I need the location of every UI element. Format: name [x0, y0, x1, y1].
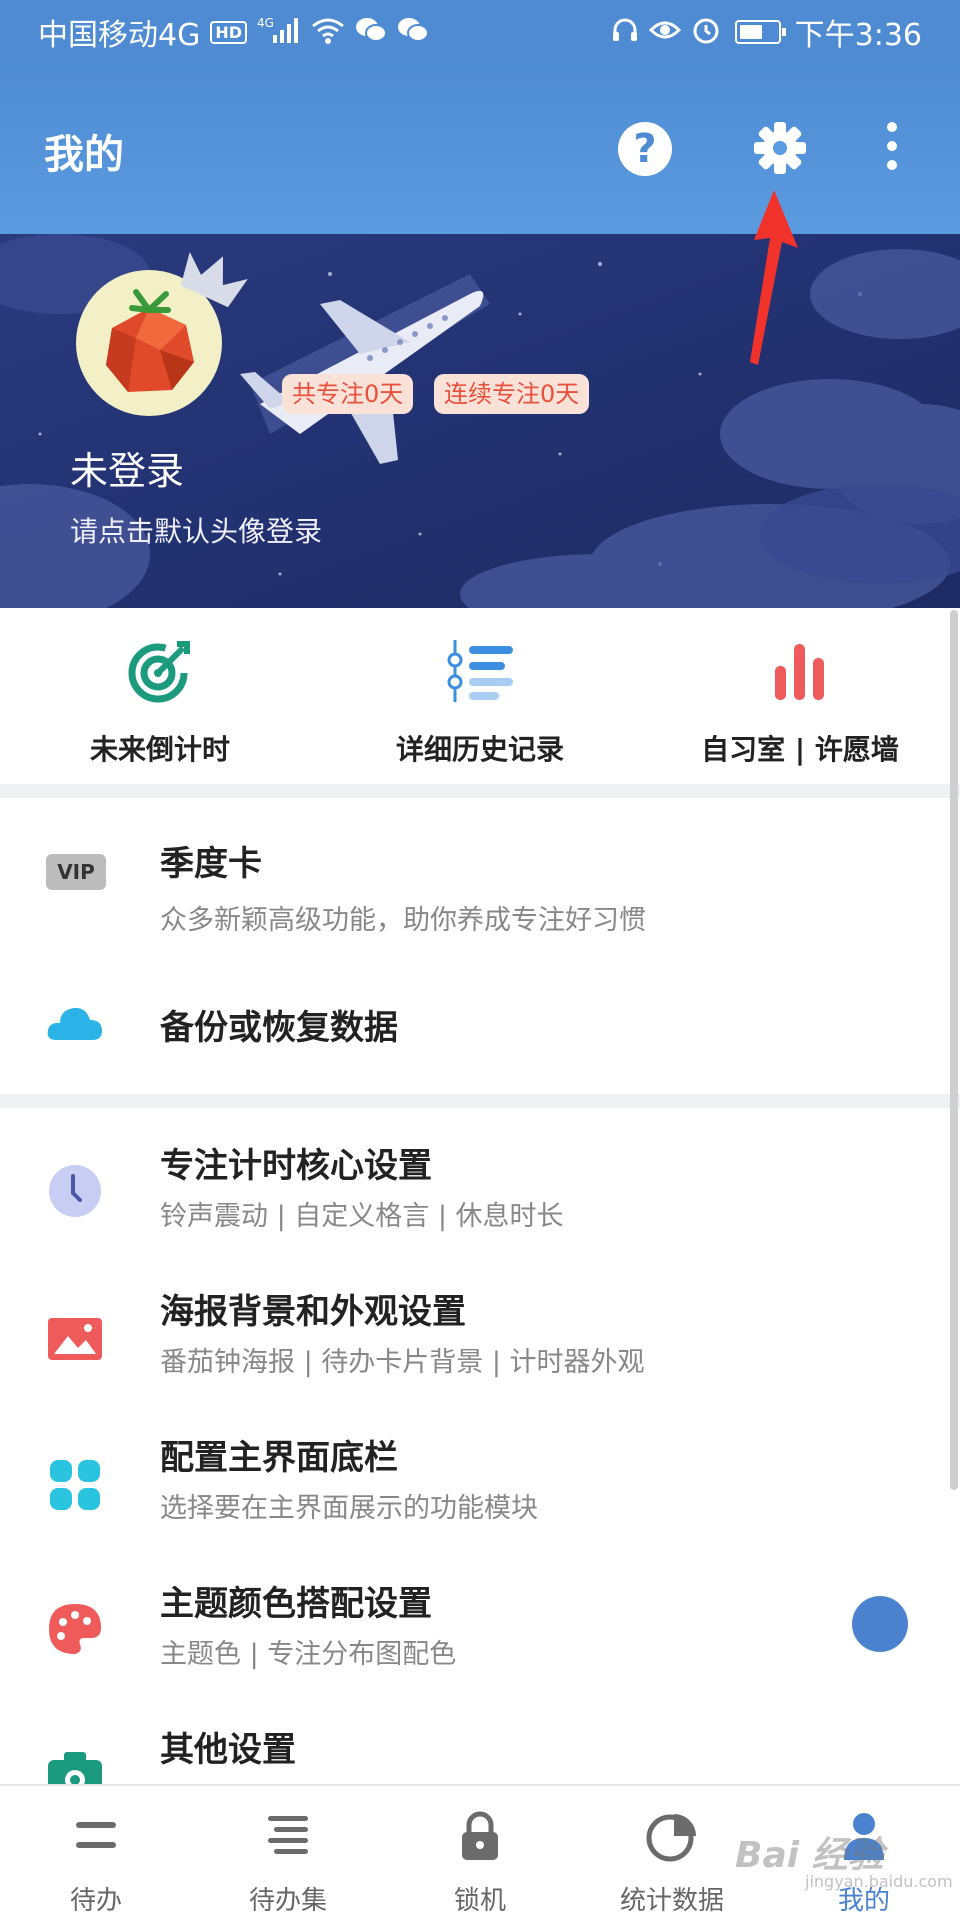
- tab-lock[interactable]: 锁机: [384, 1786, 576, 1920]
- status-bar: 中国移动4G HD 4G 下午3:36: [0, 0, 960, 64]
- wechat-icon-2: [397, 16, 430, 49]
- pie-chart-icon: [646, 1814, 696, 1862]
- quick-history[interactable]: 详细历史记录: [320, 608, 640, 784]
- target-icon: [128, 641, 190, 703]
- quick-actions: 未来倒计时 详细历史记录 自习室 | 许愿墙: [0, 608, 960, 784]
- battery-icon: [734, 20, 786, 44]
- menu-theme-title: 主题颜色搭配设置: [160, 1584, 432, 1624]
- carrier-label: 中国移动4G: [38, 18, 201, 53]
- streak-focus-days-badge: 连续专注0天: [434, 374, 590, 414]
- page-title: 我的: [44, 132, 124, 178]
- menu-core-settings[interactable]: 专注计时核心设置 铃声震动 | 自定义格言 | 休息时长: [0, 1108, 948, 1254]
- quick-history-label: 详细历史记录: [395, 733, 564, 766]
- menu-vip-sub: 众多新颖高级功能，助你养成专注好习惯: [160, 905, 646, 936]
- crown-icon: [180, 251, 248, 308]
- menu-backup-title: 备份或恢复数据: [160, 1008, 398, 1048]
- tab-todo-label: 待办: [69, 1886, 122, 1916]
- tab-lock-label: 锁机: [453, 1886, 506, 1916]
- watermark-logo: Bai 经验 jingyan.baidu.com: [735, 1826, 953, 1891]
- watermark-brand: Bai 经验: [735, 1835, 884, 1876]
- menu-backup[interactable]: 备份或恢复数据: [0, 950, 948, 1096]
- quick-studyroom-label: 自习室 | 许愿墙: [701, 733, 899, 766]
- svg-text:4G: 4G: [257, 16, 274, 30]
- alarm-icon: [691, 15, 721, 50]
- scrollbar[interactable]: [950, 610, 958, 1490]
- menu-dock-sub: 选择要在主界面展示的功能模块: [160, 1493, 538, 1524]
- vip-badge-icon: VIP: [46, 854, 106, 890]
- menu-dock-settings[interactable]: 配置主界面底栏 选择要在主界面展示的功能模块: [0, 1400, 948, 1546]
- tab-todo[interactable]: 待办: [0, 1786, 192, 1920]
- section-divider: [0, 1094, 960, 1108]
- timeline-list-icon: [447, 640, 513, 702]
- annotation-arrow-icon: [750, 190, 798, 365]
- app-root: 中国移动4G HD 4G 下午3:36 我的 ? 共专注0天 连续专注0天 未登…: [0, 0, 960, 1920]
- menu-theme-settings[interactable]: 主题颜色搭配设置 主题色 | 专注分布图配色: [0, 1546, 948, 1692]
- user-name[interactable]: 未登录: [70, 440, 184, 495]
- headphone-icon: [611, 16, 639, 49]
- quick-countdown-label: 未来倒计时: [89, 733, 230, 766]
- watermark-url: jingyan.baidu.com: [805, 1872, 953, 1891]
- menu-poster-title: 海报背景和外观设置: [160, 1292, 466, 1332]
- cloud-icon: [47, 1007, 102, 1040]
- more-options-icon[interactable]: [880, 122, 904, 178]
- menu-other-title: 其他设置: [160, 1730, 296, 1770]
- quick-countdown[interactable]: 未来倒计时: [0, 608, 320, 784]
- menu-core-sub: 铃声震动 | 自定义格言 | 休息时长: [160, 1201, 564, 1232]
- bar-chart-icon: [775, 644, 824, 700]
- palette-icon: [49, 1604, 101, 1654]
- total-focus-days-badge: 共专注0天: [282, 374, 414, 414]
- wechat-icon: [355, 16, 388, 49]
- lock-icon: [462, 1811, 498, 1860]
- app-bar: 我的 ?: [0, 64, 960, 234]
- todo-set-icon: [268, 1816, 308, 1854]
- menu-poster-settings[interactable]: 海报背景和外观设置 番茄钟海报 | 待办卡片背景 | 计时器外观: [0, 1254, 948, 1400]
- menu-vip-title: 季度卡: [160, 844, 262, 884]
- section-divider: [0, 784, 960, 798]
- menu-core-title: 专注计时核心设置: [160, 1146, 432, 1186]
- profile-banner: 共专注0天 连续专注0天 未登录 请点击默认头像登录: [0, 234, 960, 608]
- hd-icon: HD: [210, 20, 248, 44]
- clock-label: 下午3:36: [794, 18, 922, 53]
- tab-todo-set[interactable]: 待办集: [192, 1786, 384, 1920]
- floating-action-button[interactable]: [852, 1596, 908, 1652]
- tab-todo-set-label: 待办集: [248, 1886, 327, 1916]
- settings-gear-icon[interactable]: [752, 120, 808, 176]
- menu-dock-title: 配置主界面底栏: [160, 1438, 398, 1478]
- image-icon: [48, 1318, 102, 1360]
- todo-icon: [76, 1822, 116, 1848]
- four-leaf-grid-icon: [50, 1460, 100, 1510]
- quick-studyroom[interactable]: 自习室 | 许愿墙: [640, 608, 960, 784]
- signal-icon: 4G: [257, 15, 301, 50]
- menu-theme-sub: 主题色 | 专注分布图配色: [160, 1639, 457, 1670]
- menu-vip[interactable]: VIP 季度卡 众多新颖高级功能，助你养成专注好习惯: [0, 798, 948, 944]
- clock-icon: [49, 1165, 101, 1217]
- login-hint: 请点击默认头像登录: [70, 515, 323, 548]
- help-icon[interactable]: ?: [618, 122, 672, 176]
- wifi-icon: [311, 16, 345, 49]
- menu-poster-sub: 番茄钟海报 | 待办卡片背景 | 计时器外观: [160, 1347, 645, 1378]
- eye-icon: [648, 16, 681, 49]
